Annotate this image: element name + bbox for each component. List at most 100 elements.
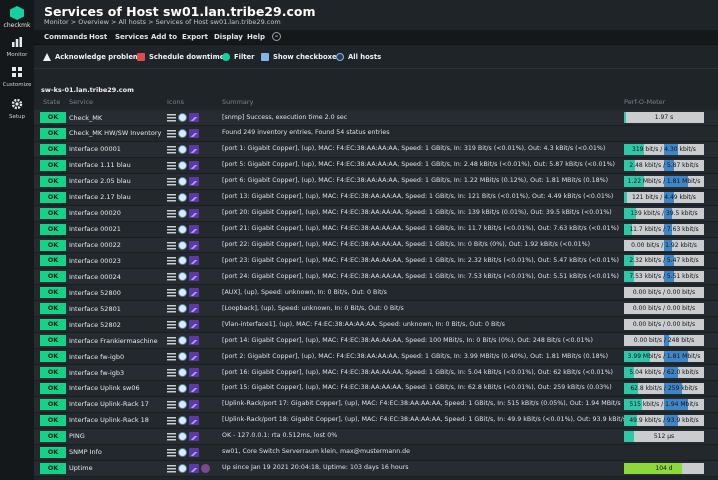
service-name[interactable]: Interface fw-igb0 — [69, 353, 124, 361]
globe-icon[interactable] — [178, 160, 187, 170]
action-menu-icon[interactable] — [167, 353, 176, 362]
state-badge[interactable]: OK — [40, 303, 66, 315]
action-menu-icon[interactable] — [167, 161, 176, 170]
perf-o-meter[interactable]: 515 kbit/s / 1.94 Mbit/s — [624, 398, 704, 410]
service-name[interactable]: Interface Uplink-Rack 18 — [69, 416, 149, 424]
action-menu-icon[interactable] — [167, 464, 176, 473]
service-name[interactable]: Check_MK HW/SW Inventory — [69, 129, 161, 137]
perf-o-meter[interactable]: 0.00 bit/s / 0.00 bit/s — [624, 319, 704, 331]
service-name[interactable]: Interface 00001 — [69, 145, 121, 153]
action-menu-icon[interactable] — [167, 448, 176, 457]
col-state[interactable]: State — [43, 98, 60, 106]
sidebar-item-customize[interactable]: Customize — [0, 66, 34, 88]
state-badge[interactable]: OK — [40, 398, 66, 410]
graph-icon[interactable] — [189, 160, 199, 170]
state-badge[interactable]: OK — [40, 255, 66, 267]
service-name[interactable]: PING — [69, 432, 85, 440]
sidebar-item-setup[interactable]: Setup — [0, 98, 34, 120]
state-badge[interactable]: OK — [40, 319, 66, 331]
graph-icon[interactable] — [189, 352, 199, 362]
perf-o-meter[interactable]: 104 d — [624, 462, 704, 474]
perf-o-meter[interactable]: 0.00 bit/s / 248 bit/s — [624, 335, 704, 347]
perf-o-meter[interactable]: 7.53 kbit/s / 5.51 kbit/s — [624, 271, 704, 283]
graph-icon[interactable] — [189, 176, 199, 186]
show-checkboxes-button[interactable]: Show checkboxes — [261, 50, 341, 64]
perf-o-meter[interactable]: 62.8 kbit/s / 259 kbit/s — [624, 382, 704, 394]
service-name[interactable]: Interface 00024 — [69, 273, 121, 281]
action-menu-icon[interactable] — [167, 241, 176, 250]
collapse-menu-icon[interactable]: – — [272, 32, 281, 41]
action-menu-icon[interactable] — [167, 400, 176, 409]
state-badge[interactable]: OK — [40, 351, 66, 363]
checkmk-logo[interactable]: checkmk — [0, 6, 34, 29]
perf-o-meter[interactable]: 49.9 kbit/s / 93.9 kbit/s — [624, 414, 704, 426]
action-menu-icon[interactable] — [167, 337, 176, 346]
service-name[interactable]: Interface 2.17 blau — [69, 193, 131, 201]
state-badge[interactable]: OK — [40, 462, 66, 474]
globe-icon[interactable] — [178, 336, 187, 346]
graph-icon[interactable] — [189, 144, 199, 154]
schedule-downtime-button[interactable]: Schedule downtimes — [137, 50, 228, 64]
col-perf[interactable]: Perf-O-Meter — [624, 98, 665, 106]
globe-icon[interactable] — [178, 240, 187, 250]
state-badge[interactable]: OK — [40, 127, 66, 139]
perf-o-meter[interactable]: 0.00 bit/s / 0.00 bit/s — [624, 287, 704, 299]
globe-icon[interactable] — [178, 320, 187, 330]
globe-icon[interactable] — [178, 399, 187, 409]
menu-export[interactable]: Export — [182, 33, 208, 41]
graph-icon[interactable] — [189, 224, 199, 234]
graph-icon[interactable] — [189, 447, 199, 457]
col-summary[interactable]: Summary — [222, 98, 253, 106]
perf-o-meter[interactable]: 0.00 bit/s / 0.00 bit/s — [624, 303, 704, 315]
perf-o-meter[interactable]: 3.99 Mbit/s / 1.81 Mbit/s — [624, 351, 704, 363]
action-menu-icon[interactable] — [167, 145, 176, 154]
globe-icon[interactable] — [178, 144, 187, 154]
globe-icon[interactable] — [178, 128, 187, 138]
globe-icon[interactable] — [178, 463, 187, 473]
state-badge[interactable]: OK — [40, 175, 66, 187]
state-badge[interactable]: OK — [40, 207, 66, 219]
service-name[interactable]: Interface 00022 — [69, 241, 121, 249]
globe-icon[interactable] — [178, 208, 187, 218]
menu-help[interactable]: Help — [247, 33, 265, 41]
globe-icon[interactable] — [178, 415, 187, 425]
globe-icon[interactable] — [178, 113, 187, 122]
perf-o-meter[interactable]: 0.00 bit/s / 1.92 kbit/s — [624, 239, 704, 251]
action-menu-icon[interactable] — [167, 114, 176, 122]
host-name-header[interactable]: sw-ks-01.lan.tribe29.com — [34, 86, 718, 96]
service-name[interactable]: Interface fw-igb3 — [69, 369, 124, 377]
service-name[interactable]: Interface 52802 — [69, 321, 121, 329]
service-name[interactable]: Interface Uplink-Rack 17 — [69, 400, 149, 408]
action-menu-icon[interactable] — [167, 305, 176, 314]
acknowledge-button[interactable]: Acknowledge problems — [43, 50, 144, 64]
perf-o-meter[interactable]: 5.04 kbit/s / 62.0 kbit/s — [624, 367, 704, 378]
state-badge[interactable]: OK — [40, 239, 66, 251]
state-badge[interactable]: OK — [40, 159, 66, 171]
service-name[interactable]: Interface Uplink sw06 — [69, 384, 140, 392]
perf-o-meter[interactable]: 512 µs — [624, 430, 704, 442]
graph-icon[interactable] — [189, 208, 199, 218]
action-menu-icon[interactable] — [167, 416, 176, 425]
graph-icon[interactable] — [189, 128, 199, 138]
graph-icon[interactable] — [189, 192, 199, 202]
service-name[interactable]: Interface 52801 — [69, 305, 121, 313]
action-menu-icon[interactable] — [167, 289, 176, 298]
menu-add-to[interactable]: Add to — [151, 33, 177, 41]
graph-icon[interactable] — [189, 399, 199, 409]
graph-icon[interactable] — [189, 288, 199, 298]
state-badge[interactable]: OK — [40, 367, 66, 378]
state-badge[interactable]: OK — [40, 223, 66, 235]
action-menu-icon[interactable] — [167, 225, 176, 234]
state-badge[interactable]: OK — [40, 382, 66, 394]
globe-icon[interactable] — [178, 256, 187, 266]
service-name[interactable]: Interface Frankiermaschine — [69, 337, 158, 345]
rule-icon[interactable] — [201, 463, 210, 473]
service-name[interactable]: SNMP Info — [69, 448, 102, 456]
state-badge[interactable]: OK — [40, 191, 66, 203]
state-badge[interactable]: OK — [40, 335, 66, 347]
globe-icon[interactable] — [178, 447, 187, 457]
state-badge[interactable]: OK — [40, 112, 66, 123]
perf-o-meter[interactable]: 1.97 s — [624, 112, 704, 123]
service-name[interactable]: Interface 00021 — [69, 225, 121, 233]
state-badge[interactable]: OK — [40, 446, 66, 458]
